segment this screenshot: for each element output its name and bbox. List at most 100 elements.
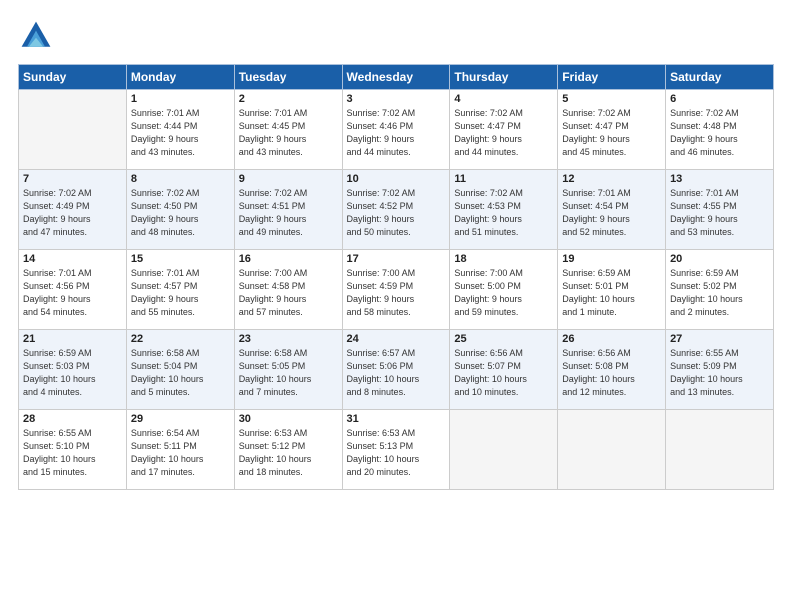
calendar-cell: 15Sunrise: 7:01 AM Sunset: 4:57 PM Dayli… — [126, 250, 234, 330]
day-number: 21 — [23, 333, 122, 345]
day-number: 26 — [562, 333, 661, 345]
calendar-cell: 1Sunrise: 7:01 AM Sunset: 4:44 PM Daylig… — [126, 90, 234, 170]
calendar-cell: 25 Sunrise: 6:56 AM Sunset: 5:07 PM Dayli… — [450, 330, 558, 410]
week-row-3: 14Sunrise: 7:01 AM Sunset: 4:56 PM Dayli… — [19, 250, 774, 330]
calendar-cell: 8Sunrise: 7:02 AM Sunset: 4:50 PM Daylig… — [126, 170, 234, 250]
day-info: Sunrise: 6:58 AM Sunset: 5:04 PM Dayligh… — [131, 347, 230, 399]
calendar-cell: 29 Sunrise: 6:54 AM Sunset: 5:11 PM Dayli… — [126, 410, 234, 490]
day-info: Sunrise: 7:00 AM Sunset: 5:00 PM Dayligh… — [454, 267, 553, 319]
logo — [18, 18, 58, 54]
calendar-cell: 21 Sunrise: 6:59 AM Sunset: 5:03 PM Dayli… — [19, 330, 127, 410]
day-number: 17 — [347, 253, 446, 265]
day-number: 18 — [454, 253, 553, 265]
day-info: Sunrise: 7:01 AM Sunset: 4:55 PM Dayligh… — [670, 187, 769, 239]
calendar-cell: 27 Sunrise: 6:55 AM Sunset: 5:09 PM Dayli… — [666, 330, 774, 410]
calendar-cell: 20Sunrise: 6:59 AM Sunset: 5:02 PM Dayli… — [666, 250, 774, 330]
day-info: Sunrise: 7:00 AM Sunset: 4:58 PM Dayligh… — [239, 267, 338, 319]
day-info: Sunrise: 7:01 AM Sunset: 4:54 PM Dayligh… — [562, 187, 661, 239]
week-row-2: 7Sunrise: 7:02 AM Sunset: 4:49 PM Daylig… — [19, 170, 774, 250]
day-info: Sunrise: 7:02 AM Sunset: 4:47 PM Dayligh… — [454, 107, 553, 159]
day-info: Sunrise: 6:54 AM Sunset: 5:11 PM Dayligh… — [131, 427, 230, 479]
day-number: 23 — [239, 333, 338, 345]
day-info: Sunrise: 7:02 AM Sunset: 4:49 PM Dayligh… — [23, 187, 122, 239]
day-number: 5 — [562, 93, 661, 105]
calendar-cell: 30 Sunrise: 6:53 AM Sunset: 5:12 PM Dayli… — [234, 410, 342, 490]
day-number: 2 — [239, 93, 338, 105]
day-number: 20 — [670, 253, 769, 265]
day-number: 19 — [562, 253, 661, 265]
calendar-cell: 12Sunrise: 7:01 AM Sunset: 4:54 PM Dayli… — [558, 170, 666, 250]
day-info: Sunrise: 7:02 AM Sunset: 4:50 PM Dayligh… — [131, 187, 230, 239]
day-info: Sunrise: 7:02 AM Sunset: 4:51 PM Dayligh… — [239, 187, 338, 239]
day-number: 29 — [131, 413, 230, 425]
calendar-cell: 10 Sunrise: 7:02 AM Sunset: 4:52 PM Dayli… — [342, 170, 450, 250]
header-row: SundayMondayTuesdayWednesdayThursdayFrid… — [19, 65, 774, 90]
calendar-cell: 4 Sunrise: 7:02 AM Sunset: 4:47 PM Daylig… — [450, 90, 558, 170]
calendar-cell: 26Sunrise: 6:56 AM Sunset: 5:08 PM Dayli… — [558, 330, 666, 410]
calendar-cell: 11 Sunrise: 7:02 AM Sunset: 4:53 PM Dayli… — [450, 170, 558, 250]
day-info: Sunrise: 6:59 AM Sunset: 5:01 PM Dayligh… — [562, 267, 661, 319]
day-header-wednesday: Wednesday — [342, 65, 450, 90]
day-number: 24 — [347, 333, 446, 345]
day-info: Sunrise: 6:59 AM Sunset: 5:03 PM Dayligh… — [23, 347, 122, 399]
calendar-cell: 14Sunrise: 7:01 AM Sunset: 4:56 PM Dayli… — [19, 250, 127, 330]
day-info: Sunrise: 6:55 AM Sunset: 5:09 PM Dayligh… — [670, 347, 769, 399]
calendar-cell: 6 Sunrise: 7:02 AM Sunset: 4:48 PM Daylig… — [666, 90, 774, 170]
calendar-cell: 19 Sunrise: 6:59 AM Sunset: 5:01 PM Dayli… — [558, 250, 666, 330]
day-number: 11 — [454, 173, 553, 185]
day-info: Sunrise: 6:53 AM Sunset: 5:12 PM Dayligh… — [239, 427, 338, 479]
day-number: 10 — [347, 173, 446, 185]
day-number: 6 — [670, 93, 769, 105]
day-number: 14 — [23, 253, 122, 265]
day-number: 30 — [239, 413, 338, 425]
calendar-cell: 31 Sunrise: 6:53 AM Sunset: 5:13 PM Dayli… — [342, 410, 450, 490]
day-info: Sunrise: 6:56 AM Sunset: 5:07 PM Dayligh… — [454, 347, 553, 399]
day-number: 13 — [670, 173, 769, 185]
calendar-cell: 2 Sunrise: 7:01 AM Sunset: 4:45 PM Daylig… — [234, 90, 342, 170]
day-number: 3 — [347, 93, 446, 105]
day-info: Sunrise: 7:02 AM Sunset: 4:52 PM Dayligh… — [347, 187, 446, 239]
week-row-4: 21 Sunrise: 6:59 AM Sunset: 5:03 PM Dayli… — [19, 330, 774, 410]
day-number: 16 — [239, 253, 338, 265]
day-header-saturday: Saturday — [666, 65, 774, 90]
day-header-sunday: Sunday — [19, 65, 127, 90]
calendar-cell: 13 Sunrise: 7:01 AM Sunset: 4:55 PM Dayli… — [666, 170, 774, 250]
header — [18, 18, 774, 54]
day-number: 27 — [670, 333, 769, 345]
calendar-cell: 7Sunrise: 7:02 AM Sunset: 4:49 PM Daylig… — [19, 170, 127, 250]
calendar-cell: 9 Sunrise: 7:02 AM Sunset: 4:51 PM Daylig… — [234, 170, 342, 250]
week-row-1: 1Sunrise: 7:01 AM Sunset: 4:44 PM Daylig… — [19, 90, 774, 170]
calendar-cell — [666, 410, 774, 490]
day-info: Sunrise: 7:00 AM Sunset: 4:59 PM Dayligh… — [347, 267, 446, 319]
calendar-cell: 24 Sunrise: 6:57 AM Sunset: 5:06 PM Dayli… — [342, 330, 450, 410]
day-number: 28 — [23, 413, 122, 425]
calendar-cell: 5 Sunrise: 7:02 AM Sunset: 4:47 PM Daylig… — [558, 90, 666, 170]
day-info: Sunrise: 7:01 AM Sunset: 4:44 PM Dayligh… — [131, 107, 230, 159]
day-info: Sunrise: 7:02 AM Sunset: 4:48 PM Dayligh… — [670, 107, 769, 159]
day-info: Sunrise: 6:57 AM Sunset: 5:06 PM Dayligh… — [347, 347, 446, 399]
calendar-cell: 22 Sunrise: 6:58 AM Sunset: 5:04 PM Dayli… — [126, 330, 234, 410]
day-number: 22 — [131, 333, 230, 345]
day-info: Sunrise: 6:58 AM Sunset: 5:05 PM Dayligh… — [239, 347, 338, 399]
day-number: 9 — [239, 173, 338, 185]
day-header-tuesday: Tuesday — [234, 65, 342, 90]
day-info: Sunrise: 6:53 AM Sunset: 5:13 PM Dayligh… — [347, 427, 446, 479]
calendar-cell: 17 Sunrise: 7:00 AM Sunset: 4:59 PM Dayli… — [342, 250, 450, 330]
day-number: 31 — [347, 413, 446, 425]
day-info: Sunrise: 7:02 AM Sunset: 4:53 PM Dayligh… — [454, 187, 553, 239]
day-header-friday: Friday — [558, 65, 666, 90]
calendar-table: SundayMondayTuesdayWednesdayThursdayFrid… — [18, 64, 774, 490]
calendar-cell: 23 Sunrise: 6:58 AM Sunset: 5:05 PM Dayli… — [234, 330, 342, 410]
day-number: 4 — [454, 93, 553, 105]
day-info: Sunrise: 7:01 AM Sunset: 4:45 PM Dayligh… — [239, 107, 338, 159]
calendar-cell — [558, 410, 666, 490]
week-row-5: 28 Sunrise: 6:55 AM Sunset: 5:10 PM Dayli… — [19, 410, 774, 490]
calendar-cell: 16 Sunrise: 7:00 AM Sunset: 4:58 PM Dayli… — [234, 250, 342, 330]
day-header-thursday: Thursday — [450, 65, 558, 90]
page: SundayMondayTuesdayWednesdayThursdayFrid… — [0, 0, 792, 612]
day-info: Sunrise: 7:01 AM Sunset: 4:57 PM Dayligh… — [131, 267, 230, 319]
day-info: Sunrise: 6:55 AM Sunset: 5:10 PM Dayligh… — [23, 427, 122, 479]
calendar-cell: 18 Sunrise: 7:00 AM Sunset: 5:00 PM Dayli… — [450, 250, 558, 330]
day-number: 25 — [454, 333, 553, 345]
day-info: Sunrise: 7:02 AM Sunset: 4:47 PM Dayligh… — [562, 107, 661, 159]
